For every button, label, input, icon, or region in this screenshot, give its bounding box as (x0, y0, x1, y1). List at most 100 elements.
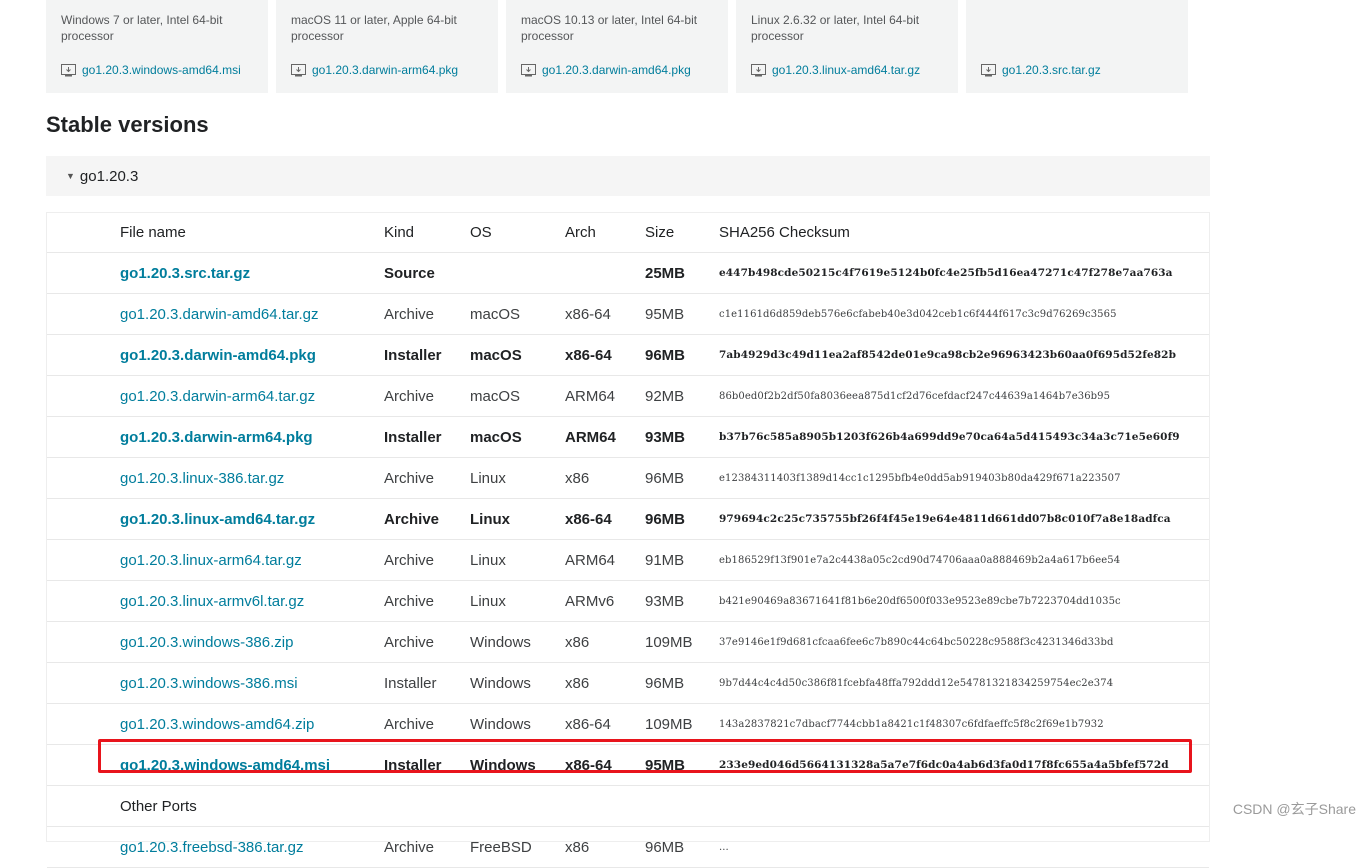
version-toggle[interactable]: ▼ go1.20.3 (46, 156, 1210, 196)
kind-cell: Archive (384, 826, 470, 868)
kind-cell: Archive (384, 457, 470, 499)
size-cell: 25MB (645, 252, 719, 294)
table-row: go1.20.3.freebsd-386.tar.gz Archive Free… (47, 826, 1209, 868)
size-cell: 95MB (645, 744, 719, 786)
card-file-name[interactable]: go1.20.3.darwin-arm64.pkg (312, 63, 458, 77)
os-cell: Windows (470, 744, 565, 786)
file-link[interactable]: go1.20.3.windows-amd64.msi (120, 757, 330, 774)
size-cell: 93MB (645, 580, 719, 622)
checksum-cell: b421e90469a83671641f81b6e20df6500f033e95… (719, 580, 1209, 622)
table-row: go1.20.3.darwin-amd64.pkg Installer macOS x… (47, 334, 1209, 376)
checksum-cell: e12384311403f1389d14cc1c1295bfb4e0dd5ab9… (719, 457, 1209, 499)
card-file-link[interactable]: go1.20.3.src.tar.gz (981, 63, 1101, 77)
file-name-cell[interactable]: go1.20.3.windows-386.zip (47, 621, 384, 663)
file-name-cell[interactable]: go1.20.3.windows-386.msi (47, 662, 384, 704)
file-link[interactable]: go1.20.3.darwin-amd64.pkg (120, 347, 316, 364)
featured-card-windows[interactable]: Windows 7 or later, Intel 64-bit process… (46, 0, 268, 93)
kind-cell: Archive (384, 375, 470, 417)
header-arch: Arch (565, 213, 645, 253)
file-link[interactable]: go1.20.3.windows-386.msi (120, 675, 298, 692)
file-name-cell[interactable]: go1.20.3.windows-amd64.zip (47, 703, 384, 745)
file-link[interactable]: go1.20.3.src.tar.gz (120, 265, 250, 282)
arch-cell: x86-64 (565, 744, 645, 786)
table-row: go1.20.3.windows-386.msi Installer Windows… (47, 662, 1209, 704)
card-file-name[interactable]: go1.20.3.darwin-amd64.pkg (542, 63, 691, 77)
file-name-cell[interactable]: go1.20.3.linux-amd64.tar.gz (47, 498, 384, 540)
file-name-cell[interactable]: go1.20.3.darwin-arm64.pkg (47, 416, 384, 458)
arch-cell: x86 (565, 662, 645, 704)
file-link[interactable]: go1.20.3.darwin-arm64.tar.gz (120, 388, 315, 405)
arch-cell: x86 (565, 457, 645, 499)
table-row: go1.20.3.windows-amd64.msi Installer Windo… (47, 744, 1209, 786)
checksum-cell: 143a2837821c7dbacf7744cbb1a8421c1f48307c… (719, 703, 1209, 745)
table-row: go1.20.3.darwin-arm64.tar.gz Archive macOS… (47, 375, 1209, 417)
card-file-link[interactable]: go1.20.3.darwin-arm64.pkg (291, 63, 458, 77)
file-link[interactable]: go1.20.3.windows-amd64.zip (120, 716, 314, 733)
checksum-cell: eb186529f13f901e7a2c4438a05c2cd90d74706a… (719, 539, 1209, 581)
card-desc (981, 12, 1174, 44)
kind-cell: Installer (384, 334, 470, 376)
size-cell: 96MB (645, 457, 719, 499)
file-name-cell[interactable]: go1.20.3.darwin-amd64.pkg (47, 334, 384, 376)
size-cell: 93MB (645, 416, 719, 458)
card-file-name[interactable]: go1.20.3.windows-amd64.msi (82, 63, 241, 77)
file-name-cell[interactable]: go1.20.3.linux-arm64.tar.gz (47, 539, 384, 581)
kind-cell: Archive (384, 621, 470, 663)
kind-cell: Source (384, 252, 470, 294)
checksum-cell: c1e1161d6d859deb576e6cfabeb40e3d042ceb1c… (719, 293, 1209, 335)
arch-cell: ARM64 (565, 416, 645, 458)
arch-cell: ARM64 (565, 375, 645, 417)
file-name-cell[interactable]: go1.20.3.darwin-amd64.tar.gz (47, 293, 384, 335)
os-cell: macOS (470, 375, 565, 417)
featured-card-linux[interactable]: Linux 2.6.32 or later, Intel 64-bit proc… (736, 0, 958, 93)
download-icon (291, 63, 306, 76)
card-file-name[interactable]: go1.20.3.linux-amd64.tar.gz (772, 63, 920, 77)
stable-versions-heading: Stable versions (46, 112, 209, 137)
size-cell: 109MB (645, 621, 719, 663)
arch-cell: x86-64 (565, 498, 645, 540)
file-link[interactable]: go1.20.3.freebsd-386.tar.gz (120, 839, 303, 856)
arch-cell: ARMv6 (565, 580, 645, 622)
checksum-cell: 37e9146e1f9d681cfcaa6fee6c7b890c44c64bc5… (719, 621, 1209, 663)
os-cell: Windows (470, 621, 565, 663)
card-desc: Windows 7 or later, Intel 64-bit process… (61, 13, 223, 43)
file-name-cell[interactable]: go1.20.3.linux-386.tar.gz (47, 457, 384, 499)
file-link[interactable]: go1.20.3.darwin-amd64.tar.gz (120, 306, 318, 323)
file-name-cell[interactable]: go1.20.3.windows-amd64.msi (47, 744, 384, 786)
featured-card-macos-arm[interactable]: macOS 11 or later, Apple 64-bit processo… (276, 0, 498, 93)
checksum-cell: e447b498cde50215c4f7619e5124b0fc4e25fb5d… (719, 252, 1209, 294)
card-file-link[interactable]: go1.20.3.windows-amd64.msi (61, 63, 241, 77)
header-kind: Kind (384, 213, 470, 253)
file-link[interactable]: go1.20.3.linux-arm64.tar.gz (120, 552, 302, 569)
size-cell: 96MB (645, 826, 719, 868)
file-link[interactable]: go1.20.3.linux-armv6l.tar.gz (120, 593, 304, 610)
size-cell: 96MB (645, 334, 719, 376)
card-file-link[interactable]: go1.20.3.darwin-amd64.pkg (521, 63, 691, 77)
downloads-table: File name Kind OS Arch Size SHA256 Check… (46, 212, 1210, 868)
file-name-cell[interactable]: go1.20.3.darwin-arm64.tar.gz (47, 375, 384, 417)
file-link[interactable]: go1.20.3.windows-386.zip (120, 634, 293, 651)
os-cell (470, 252, 565, 294)
card-file-name[interactable]: go1.20.3.src.tar.gz (1002, 63, 1101, 77)
header-os: OS (470, 213, 565, 253)
os-cell: Linux (470, 498, 565, 540)
featured-card-macos-intel[interactable]: macOS 10.13 or later, Intel 64-bit proce… (506, 0, 728, 93)
file-name-cell[interactable]: go1.20.3.linux-armv6l.tar.gz (47, 580, 384, 622)
arch-cell: x86-64 (565, 293, 645, 335)
kind-cell: Archive (384, 293, 470, 335)
file-link[interactable]: go1.20.3.linux-386.tar.gz (120, 470, 284, 487)
table-row: go1.20.3.src.tar.gz Source 25MB e447b498cde… (47, 252, 1209, 294)
size-cell: 92MB (645, 375, 719, 417)
os-cell: FreeBSD (470, 826, 565, 868)
file-link[interactable]: go1.20.3.darwin-arm64.pkg (120, 429, 313, 446)
file-name-cell[interactable]: go1.20.3.freebsd-386.tar.gz (47, 826, 384, 868)
file-link[interactable]: go1.20.3.linux-amd64.tar.gz (120, 511, 315, 528)
kind-cell: Archive (384, 580, 470, 622)
file-name-cell[interactable]: go1.20.3.src.tar.gz (47, 252, 384, 294)
checksum-cell: b37b76c585a8905b1203f626b4a699dd9e70ca64… (719, 416, 1209, 458)
kind-cell: Archive (384, 703, 470, 745)
checksum-cell: 7ab4929d3c49d11ea2af8542de01e9ca98cb2e96… (719, 334, 1209, 376)
card-file-link[interactable]: go1.20.3.linux-amd64.tar.gz (751, 63, 920, 77)
other-ports-row: Other Ports (47, 785, 1209, 827)
featured-card-source[interactable]: go1.20.3.src.tar.gz (966, 0, 1188, 93)
